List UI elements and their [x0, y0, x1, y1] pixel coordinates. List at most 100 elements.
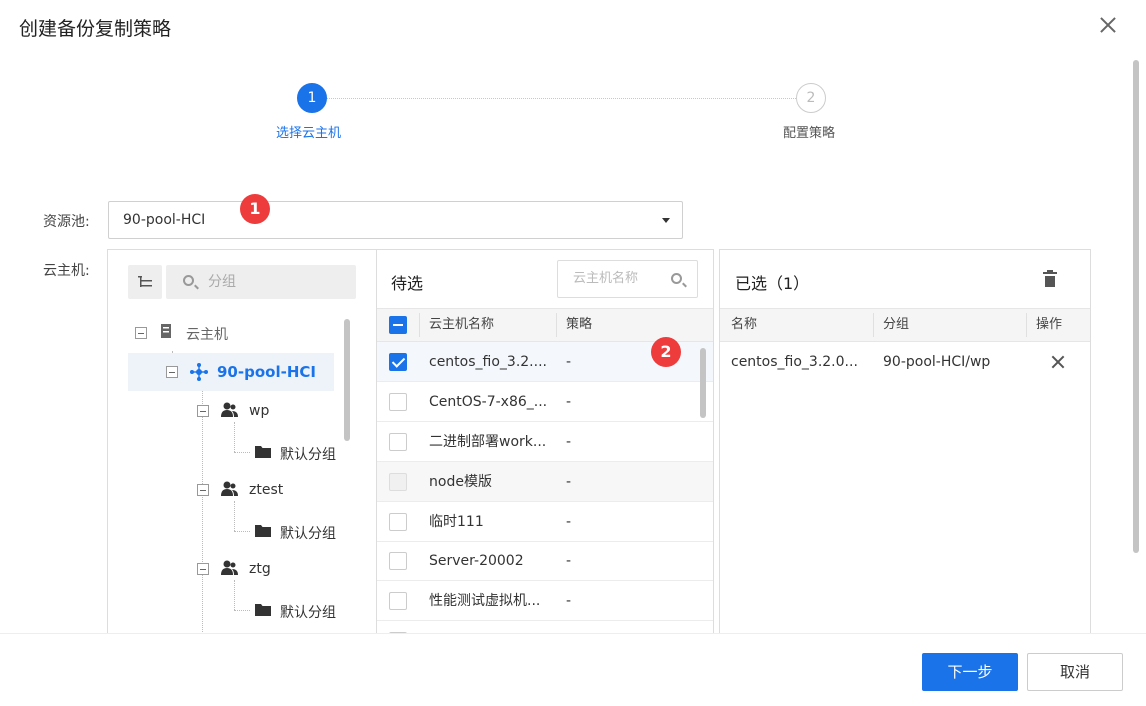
table-row[interactable]: CentOS-7-x86_... - [377, 382, 713, 422]
tree-scrollbar[interactable] [344, 319, 350, 441]
tree-node-group-ztg[interactable]: ztg [249, 561, 271, 577]
table-row[interactable]: 二进制部署work... - [377, 422, 713, 462]
tree-root-cloud-hosts[interactable]: 云主机 [186, 324, 228, 344]
tree-node-pool[interactable]: 90-pool-HCI [217, 363, 316, 381]
collapse-icon[interactable] [197, 405, 209, 417]
vm-name: 性能测试虚拟机... [429, 593, 541, 609]
tree-search-placeholder: 分组 [208, 274, 236, 290]
tree-guide [234, 531, 250, 532]
dialog-footer: 下一步 取消 [0, 633, 1146, 706]
folder-icon [255, 445, 271, 462]
user-group-icon [221, 560, 239, 580]
selected-vm-name: centos_fio_3.2.0... [731, 354, 858, 370]
row-checkbox[interactable] [389, 433, 407, 451]
tree-node-default-group[interactable]: 默认分组 [280, 523, 336, 543]
trash-icon[interactable] [1043, 270, 1057, 288]
next-step-button[interactable]: 下一步 [922, 653, 1018, 691]
tree-node-default-group[interactable]: 默认分组 [280, 444, 336, 464]
vm-policy: - [566, 354, 572, 370]
resource-pool-select[interactable]: 90-pool-HCI [108, 201, 683, 239]
vm-name: Server-20002 [429, 553, 524, 569]
tree-node-default-group[interactable]: 默认分组 [280, 602, 336, 622]
resource-pool-value: 90-pool-HCI [123, 212, 206, 228]
table-row[interactable]: 临时111 - [377, 502, 713, 542]
selected-row: centos_fio_3.2.0... 90-pool-HCI/wp [720, 342, 1090, 382]
col-policy[interactable]: 策略 [566, 309, 592, 341]
vm-name: 二进制部署work... [429, 434, 547, 450]
table-row[interactable]: 性能测试虚拟机... - [377, 581, 713, 621]
cluster-icon [190, 363, 208, 385]
row-checkbox[interactable] [389, 513, 407, 531]
candidate-vm-panel: 待选 云主机名称 云主机名称 策略 centos_fio_3.2.... - C… [377, 249, 714, 633]
column-divider [556, 313, 557, 337]
step-connector [326, 98, 796, 99]
column-divider [419, 313, 420, 337]
user-group-icon [221, 481, 239, 501]
row-checkbox[interactable] [389, 393, 407, 411]
annotation-badge-2: 2 [651, 337, 681, 367]
row-checkbox[interactable] [389, 353, 407, 371]
selected-vm-panel: 已选（1） 名称 分组 操作 centos_fio_3.2.0... 90-po… [719, 249, 1091, 633]
vm-policy: - [566, 434, 572, 450]
row-checkbox[interactable] [389, 552, 407, 570]
tree-guide [202, 386, 203, 633]
step-2-indicator: 2 [796, 83, 826, 113]
candidate-title: 待选 [391, 274, 424, 293]
search-icon [671, 273, 682, 284]
search-icon [183, 275, 194, 286]
col-name: 名称 [731, 317, 758, 332]
selected-title: 已选（1） [735, 274, 810, 293]
server-icon [160, 323, 172, 343]
vm-policy: - [566, 394, 572, 410]
tree-guide [234, 452, 250, 453]
group-tree-panel: 分组 云主机 90-pool-HCI wp 默认分组 ztest 默认分组 zt… [107, 249, 377, 633]
tree-search-input[interactable]: 分组 [166, 265, 356, 299]
caret-down-icon [662, 218, 670, 223]
step-2-label: 配置策略 [783, 126, 836, 141]
close-icon[interactable] [1097, 14, 1119, 36]
vm-policy: - [566, 593, 572, 609]
cancel-button[interactable]: 取消 [1027, 653, 1123, 691]
row-checkbox-disabled [389, 473, 407, 491]
vm-name: 临时111 [429, 514, 484, 530]
collapse-icon[interactable] [197, 484, 209, 496]
column-divider [873, 313, 874, 337]
create-backup-replication-policy-dialog: 创建备份复制策略 1 2 选择云主机 配置策略 资源池: 90-pool-HCI… [0, 0, 1146, 706]
collapse-icon[interactable] [166, 366, 178, 378]
tree-guide [234, 422, 235, 452]
resource-pool-label: 资源池: [43, 214, 90, 230]
col-action: 操作 [1036, 317, 1063, 332]
vm-name: node模版 [429, 474, 492, 490]
select-all-checkbox[interactable] [389, 316, 407, 334]
remove-icon[interactable] [1050, 354, 1066, 370]
folder-icon [255, 603, 271, 620]
selected-vm-group: 90-pool-HCI/wp [883, 354, 991, 370]
collapse-icon[interactable] [197, 563, 209, 575]
vm-policy: - [566, 474, 572, 490]
step-1-label: 选择云主机 [276, 126, 342, 141]
vm-policy: - [566, 553, 572, 569]
candidate-scrollbar[interactable] [700, 348, 706, 418]
col-vm-name[interactable]: 云主机名称 [429, 309, 494, 341]
vm-name: centos_fio_3.2.... [429, 354, 547, 370]
table-row: node模版 - [377, 462, 713, 502]
collapse-icon[interactable] [135, 327, 147, 339]
tree-guide [234, 501, 235, 531]
table-row[interactable]: Server-20002 - [377, 541, 713, 581]
col-group: 分组 [883, 317, 910, 332]
user-group-icon [221, 402, 239, 422]
selected-table-header: 名称 分组 操作 [720, 308, 1090, 342]
column-divider [1026, 313, 1027, 337]
tree-node-group-ztest[interactable]: ztest [249, 482, 283, 498]
annotation-badge-1: 1 [240, 194, 270, 224]
dialog-scrollbar[interactable] [1133, 60, 1139, 553]
vm-policy: - [566, 514, 572, 530]
folder-icon [255, 524, 271, 541]
vm-name-search-input[interactable]: 云主机名称 [557, 260, 698, 298]
vm-search-placeholder: 云主机名称 [573, 271, 639, 286]
vm-label: 云主机: [43, 263, 90, 279]
table-row-partial[interactable] [377, 621, 713, 633]
row-checkbox[interactable] [389, 592, 407, 610]
tree-toggle-icon[interactable] [128, 265, 162, 299]
tree-node-group-wp[interactable]: wp [249, 403, 269, 419]
